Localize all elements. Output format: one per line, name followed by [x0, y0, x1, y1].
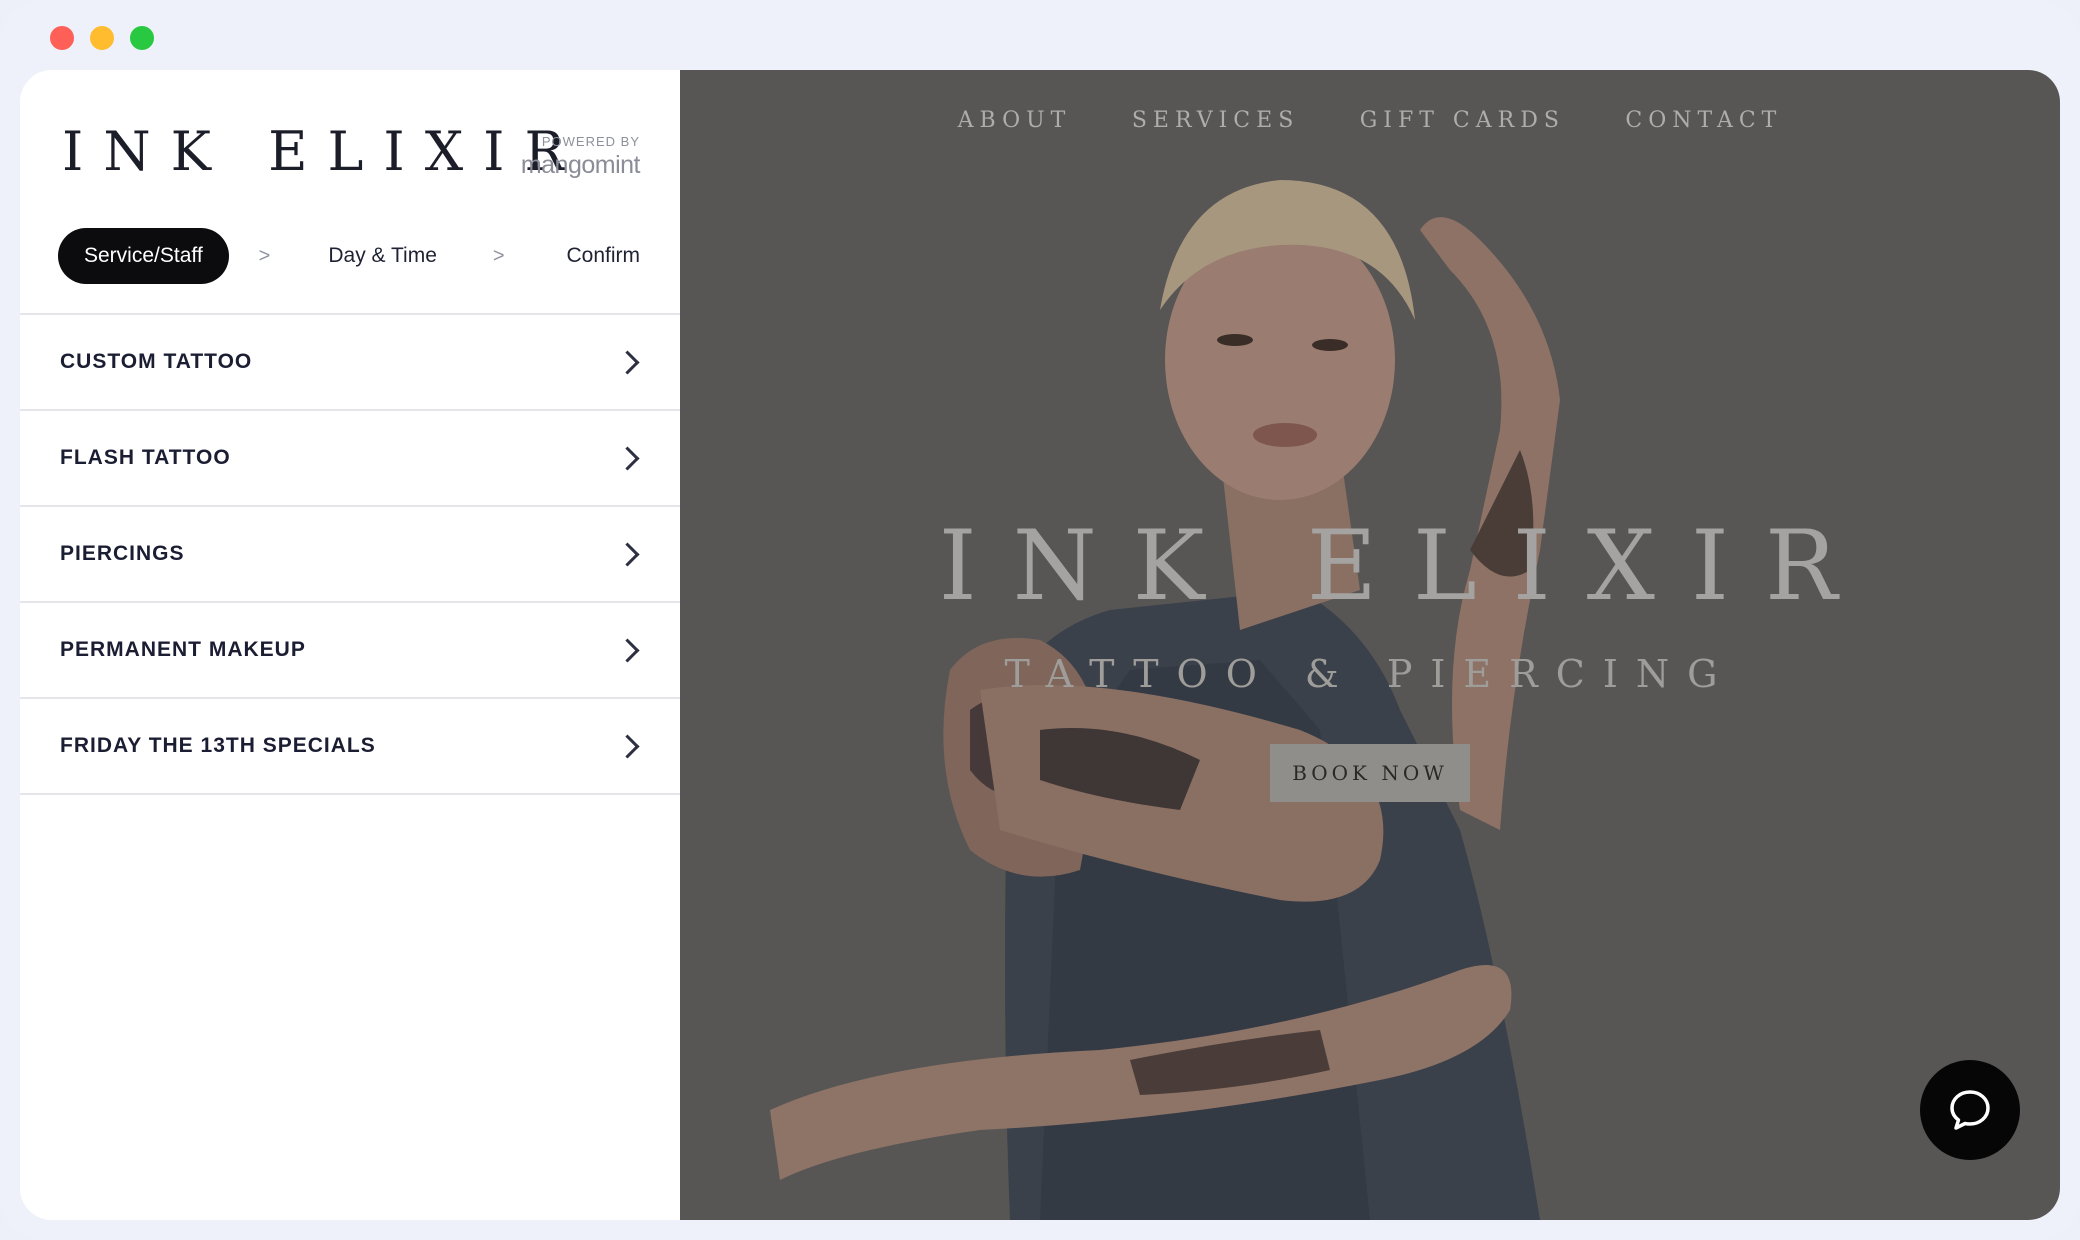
step-separator: >: [492, 244, 505, 267]
service-row-custom-tattoo[interactable]: CUSTOM TATTOO: [20, 315, 680, 411]
chevron-right-icon: [615, 349, 640, 375]
maximize-window-button[interactable]: [130, 26, 154, 50]
booking-panel: INK ELIXIR POWERED BY mangomint Service/…: [20, 70, 680, 1220]
chevron-right-icon: [615, 637, 640, 663]
chevron-right-icon: [615, 733, 640, 759]
nav-about[interactable]: ABOUT: [958, 108, 1072, 133]
service-label: FLASH TATTOO: [60, 446, 231, 469]
book-now-button[interactable]: BOOK NOW: [1270, 744, 1470, 802]
service-label: FRIDAY THE 13TH SPECIALS: [60, 734, 376, 757]
browser-window: INK ELIXIR POWERED BY mangomint Service/…: [0, 0, 2080, 1240]
step-separator: >: [258, 244, 271, 267]
service-row-flash-tattoo[interactable]: FLASH TATTOO: [20, 411, 680, 507]
hero-photo: [770, 180, 1560, 1220]
service-label: PERMANENT MAKEUP: [60, 638, 306, 661]
mangomint-logo: mangomint: [520, 151, 641, 179]
chevron-right-icon: [615, 541, 640, 567]
service-label: CUSTOM TATTOO: [60, 350, 253, 373]
service-row-friday-specials[interactable]: FRIDAY THE 13TH SPECIALS: [20, 699, 680, 795]
chevron-right-icon: [615, 445, 640, 471]
hero-subtitle: TATTOO & PIERCING: [1004, 652, 1736, 696]
top-nav: ABOUT SERVICES GIFT CARDS CONTACT: [680, 108, 2060, 133]
step-confirm[interactable]: Confirm: [566, 244, 640, 268]
chat-button[interactable]: [1920, 1060, 2020, 1160]
hero-title: INK ELIXIR: [938, 510, 1874, 622]
nav-contact[interactable]: CONTACT: [1625, 108, 1782, 133]
nav-gift-cards[interactable]: GIFT CARDS: [1360, 108, 1565, 133]
page-content: INK ELIXIR POWERED BY mangomint Service/…: [20, 70, 2060, 1220]
powered-by-badge[interactable]: POWERED BY mangomint: [520, 134, 641, 180]
powered-by-label: POWERED BY: [541, 134, 640, 149]
service-label: PIERCINGS: [60, 542, 185, 565]
hero-section: ABOUT SERVICES GIFT CARDS CONTACT INK EL…: [680, 70, 2060, 1220]
booking-steps: Service/Staff > Day & Time > Confirm: [58, 228, 640, 284]
service-list: CUSTOM TATTOO FLASH TATTOO PIERCINGS PER…: [20, 313, 680, 795]
window-controls: [50, 26, 154, 50]
brand-logo: INK ELIXIR: [62, 120, 586, 183]
service-row-permanent-makeup[interactable]: PERMANENT MAKEUP: [20, 603, 680, 699]
step-service-staff[interactable]: Service/Staff: [58, 228, 229, 284]
chat-bubble-icon: [1950, 1090, 1990, 1130]
service-row-piercings[interactable]: PIERCINGS: [20, 507, 680, 603]
minimize-window-button[interactable]: [90, 26, 114, 50]
close-window-button[interactable]: [50, 26, 74, 50]
step-day-time[interactable]: Day & Time: [328, 244, 437, 268]
nav-services[interactable]: SERVICES: [1132, 108, 1299, 133]
